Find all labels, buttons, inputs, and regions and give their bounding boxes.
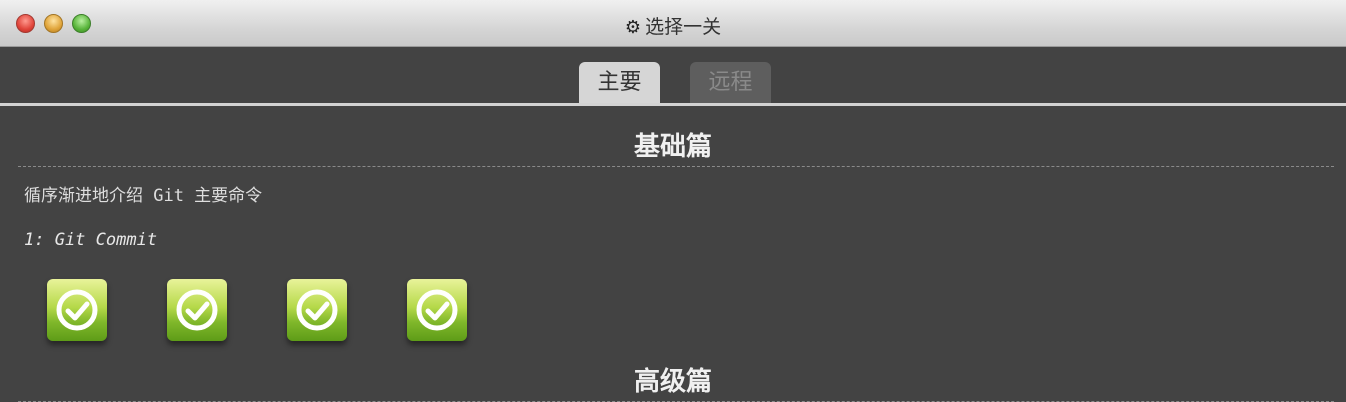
section-description: 循序渐进地介绍 Git 主要命令 (24, 186, 263, 206)
check-circle-icon (56, 289, 98, 331)
check-circle-icon (296, 289, 338, 331)
tab-main[interactable]: 主要 (579, 62, 660, 104)
section-title-advanced: 高级篇 (633, 367, 712, 397)
window-title-text: 选择一关 (645, 16, 722, 38)
level-button-2[interactable] (167, 279, 227, 341)
level-button-3[interactable] (287, 279, 347, 341)
title-bar: ⚙ 选择一关 (0, 0, 1346, 47)
tab-remote[interactable]: 远程 (690, 62, 771, 104)
level-button-4[interactable] (407, 279, 467, 341)
check-circle-icon (176, 289, 218, 331)
section-divider (18, 166, 1334, 167)
level-select-window: ⚙ 选择一关 主要 远程 基础篇 循序渐进地介绍 Git 主要命令 1: Git … (0, 0, 1346, 402)
tab-bar: 主要 远程 (0, 62, 1346, 104)
level-list: 基础篇 循序渐进地介绍 Git 主要命令 1: Git Commit 高级篇 (0, 106, 1346, 402)
level-button-1[interactable] (47, 279, 107, 341)
window-title: ⚙ 选择一关 (0, 12, 1346, 39)
check-circle-icon (416, 289, 458, 331)
section-title-basic: 基础篇 (633, 132, 712, 162)
gear-icon: ⚙ (624, 17, 642, 38)
selected-level-name: 1: Git Commit (24, 230, 158, 250)
